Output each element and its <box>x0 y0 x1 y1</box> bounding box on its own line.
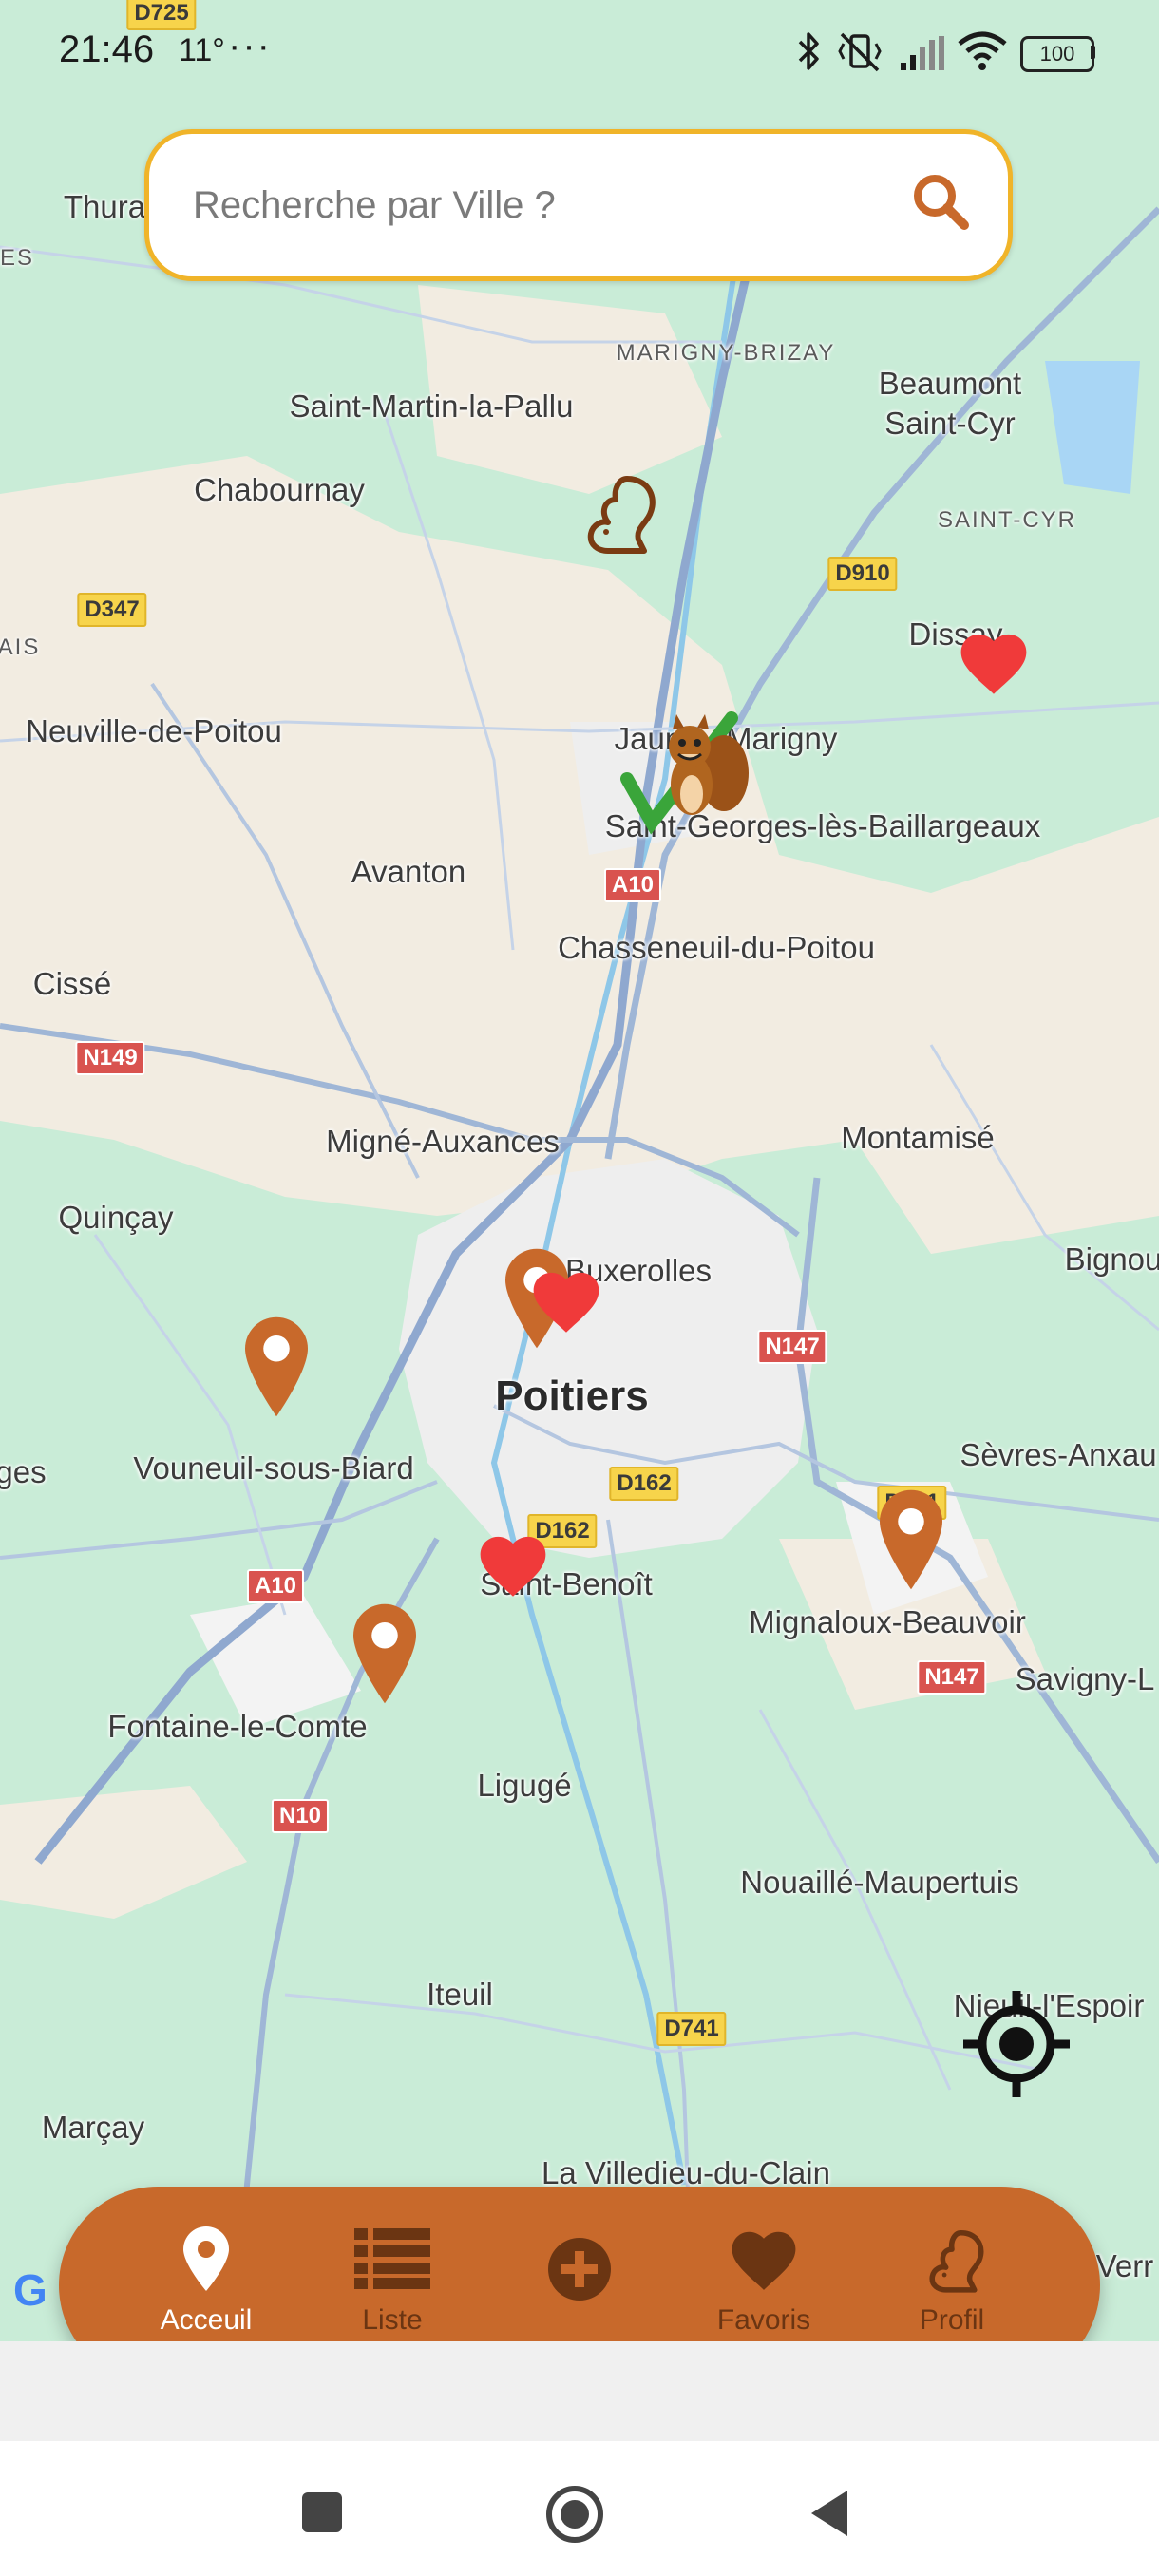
place-label: Saint-Cyr <box>884 406 1016 441</box>
place-label: Ligugé <box>477 1768 572 1803</box>
squirrel-icon[interactable] <box>570 471 661 557</box>
place-label: Sèvres-Anxau <box>960 1437 1157 1472</box>
google-logo: G <box>13 2265 48 2315</box>
place-label: ges <box>0 1454 47 1489</box>
battery-indicator: 100 <box>1020 36 1094 72</box>
squirrel-mascot-check[interactable] <box>618 703 760 836</box>
place-label: Nouaillé-Maupertuis <box>740 1865 1019 1900</box>
nav-label: Profil <box>919 2304 985 2336</box>
signal-icon <box>901 36 944 70</box>
place-label: MARIGNY-BRIZAY <box>616 340 836 366</box>
heart-icon <box>732 2231 796 2290</box>
place-label: Quinçay <box>58 1200 174 1235</box>
place-label: Savigny-L <box>1015 1661 1155 1696</box>
bluetooth-icon <box>798 32 819 70</box>
place-label: Poitiers <box>495 1373 649 1419</box>
road-shield: D347 <box>77 593 147 627</box>
place-label: Fontaine-le-Comte <box>107 1709 368 1744</box>
road-shield: N147 <box>917 1660 987 1695</box>
map-pin-icon <box>183 2226 229 2291</box>
road-shield: D741 <box>656 2012 727 2046</box>
road-shield: D910 <box>827 557 898 591</box>
place-label: Chabournay <box>194 472 365 507</box>
pin-icon[interactable] <box>880 1489 942 1590</box>
place-label: Bignou <box>1064 1241 1159 1277</box>
road-shield: N10 <box>271 1799 330 1833</box>
place-label: ES <box>0 245 35 271</box>
heart-icon[interactable] <box>475 1531 551 1600</box>
home-button[interactable] <box>545 2485 604 2544</box>
place-label: Thura <box>63 189 146 224</box>
wifi-icon <box>958 31 1007 70</box>
recents-button[interactable] <box>300 2491 344 2534</box>
place-label: Neuville-de-Poitou <box>26 713 282 748</box>
squirrel-icon <box>929 2229 984 2293</box>
place-label: Mignaloux-Beauvoir <box>749 1604 1026 1639</box>
add-circle-icon <box>548 2238 611 2301</box>
search-bar[interactable] <box>144 129 1013 281</box>
place-label: Verr <box>1095 2248 1154 2283</box>
nav-label: Favoris <box>716 2304 811 2336</box>
status-more: ··· <box>228 25 272 66</box>
place-label: Iteuil <box>427 1977 493 2012</box>
heart-icon[interactable] <box>956 629 1032 697</box>
place-label: Marçay <box>41 2110 145 2145</box>
map-view[interactable]: Thura ES MARIGNY-BRIZAY Beaumont Saint-C… <box>0 0 1159 2341</box>
road-shield: N147 <box>757 1330 827 1364</box>
system-navigation-bar <box>0 2441 1159 2576</box>
status-bar: 21:46 11° ··· 100 <box>0 0 1159 104</box>
road-shield: A10 <box>246 1569 305 1603</box>
mute-vibrate-icon <box>838 32 882 72</box>
locate-me-icon[interactable] <box>961 1989 1072 2099</box>
map-bottom-strip <box>0 2341 1159 2441</box>
status-temperature: 11° <box>179 32 225 68</box>
battery-tip <box>1091 46 1095 59</box>
place-label: AIS <box>0 635 41 660</box>
place-label: SAINT-CYR <box>937 507 1077 533</box>
back-button[interactable] <box>808 2489 851 2538</box>
place-label: Chasseneuil-du-Poitou <box>558 930 875 965</box>
place-label: Avanton <box>351 854 466 889</box>
place-label: Vouneuil-sous-Biard <box>133 1450 414 1486</box>
place-label: Montamisé <box>841 1120 995 1155</box>
place-label: Beaumont <box>878 366 1022 401</box>
place-label: Migné-Auxances <box>326 1124 560 1159</box>
place-label: Saint-Martin-la-Pallu <box>289 388 574 424</box>
search-input[interactable] <box>191 176 879 235</box>
list-icon <box>354 2228 430 2289</box>
pin-icon[interactable] <box>353 1603 416 1704</box>
road-shield: N149 <box>75 1041 145 1075</box>
search-icon[interactable] <box>909 170 972 233</box>
pin-icon[interactable] <box>245 1316 308 1417</box>
road-shield: A10 <box>603 868 662 902</box>
nav-label: Acceuil <box>160 2304 253 2336</box>
nav-label: Liste <box>362 2304 423 2336</box>
place-label: Cissé <box>32 966 112 1001</box>
road-shield: D162 <box>609 1467 679 1501</box>
status-time: 21:46 <box>59 28 155 70</box>
heart-icon[interactable] <box>528 1267 604 1335</box>
